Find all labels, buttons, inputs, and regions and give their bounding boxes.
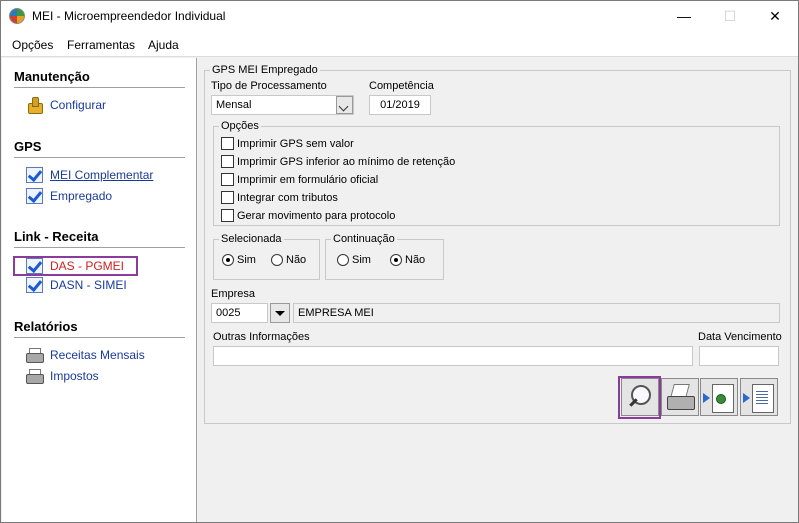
window-title: MEI - Microempreendedor Individual (32, 9, 226, 23)
checkbox[interactable] (221, 191, 234, 204)
checkmark-icon (26, 277, 43, 293)
section-divider (14, 87, 185, 88)
close-button[interactable]: ✕ (752, 1, 798, 31)
option-label: Gerar movimento para protocolo (237, 209, 396, 222)
continuacao-sim-radio[interactable]: Sim (337, 254, 371, 266)
sidebar-item-label: DAS - PGMEI (50, 259, 125, 273)
section-title-relatorios: Relatórios (14, 319, 78, 334)
empresa-name-field: EMPRESA MEI (293, 303, 780, 323)
group-title: GPS MEI Empregado (210, 64, 320, 76)
checkbox[interactable] (221, 209, 234, 222)
tipo-processamento-value: Mensal (216, 99, 252, 111)
continuacao-nao-radio[interactable]: Não (390, 254, 425, 266)
competencia-label: Competência (369, 80, 434, 92)
section-divider (14, 157, 185, 158)
option-gerar-movimento[interactable]: Gerar movimento para protocolo (221, 208, 395, 223)
printer-icon (26, 368, 44, 384)
option-label: Imprimir GPS sem valor (237, 137, 354, 150)
outras-informacoes-input[interactable] (213, 346, 693, 366)
maximize-button[interactable]: ☐ (707, 1, 753, 31)
empresa-code-value: 0025 (216, 307, 241, 319)
option-imprimir-inferior-minimo[interactable]: Imprimir GPS inferior ao mínimo de reten… (221, 154, 455, 169)
sidebar-item-das-pgmei[interactable]: DAS - PGMEI (26, 257, 124, 275)
option-label: Imprimir em formulário oficial (237, 173, 379, 186)
export-document-button[interactable] (740, 378, 778, 416)
menu-bar: Opções Ferramentas Ajuda (1, 31, 798, 57)
section-title-link-receita: Link - Receita (14, 229, 99, 244)
main-window: MEI - Microempreendedor Individual — ☐ ✕… (0, 0, 799, 523)
selecionada-sim-radio[interactable]: Sim (222, 254, 256, 266)
radio-button[interactable] (222, 254, 234, 266)
option-imprimir-sem-valor[interactable]: Imprimir GPS sem valor (221, 136, 354, 151)
checkbox[interactable] (221, 155, 234, 168)
tipo-processamento-select[interactable]: Mensal (211, 95, 354, 115)
sidebar-item-label: Configurar (50, 98, 107, 112)
app-logo-icon (9, 8, 25, 24)
title-bar: MEI - Microempreendedor Individual — ☐ ✕ (1, 1, 798, 31)
empresa-label: Empresa (211, 288, 256, 300)
checkbox[interactable] (221, 173, 234, 186)
checkbox[interactable] (221, 137, 234, 150)
document-icon (756, 389, 768, 405)
sidebar-item-receitas-mensais[interactable]: Receitas Mensais (26, 346, 145, 364)
data-vencimento-input[interactable] (699, 346, 779, 366)
section-title-manutencao: Manutenção (14, 69, 90, 84)
printer-icon (26, 347, 44, 363)
sidebar-item-empregado[interactable]: Empregado (26, 187, 112, 205)
data-vencimento-label: Data Vencimento (698, 331, 782, 343)
export-web-button[interactable] (700, 378, 738, 416)
sidebar-item-configurar[interactable]: Configurar (26, 96, 106, 114)
sidebar-item-mei-complementar[interactable]: MEI Complementar (26, 166, 153, 184)
option-formulario-oficial[interactable]: Imprimir em formulário oficial (221, 172, 378, 187)
section-title-gps: GPS (14, 139, 42, 154)
checkmark-icon (26, 167, 43, 183)
selecionada-nao-radio[interactable]: Não (271, 254, 306, 266)
menu-ferramentas[interactable]: Ferramentas (67, 38, 135, 52)
gear-icon (26, 97, 43, 114)
outras-informacoes-label: Outras Informações (213, 331, 310, 343)
checkmark-icon (26, 258, 43, 274)
radio-button[interactable] (271, 254, 283, 266)
section-divider (14, 247, 185, 248)
sidebar-item-label: Receitas Mensais (50, 348, 145, 362)
print-button[interactable] (661, 378, 699, 416)
menu-ajuda[interactable]: Ajuda (148, 38, 179, 52)
sidebar-item-label: MEI Complementar (50, 168, 154, 182)
menu-opcoes[interactable]: Opções (12, 38, 53, 52)
sidebar-item-label: DASN - SIMEI (50, 278, 127, 292)
radio-label: Sim (352, 254, 371, 266)
highlight-annotation (618, 376, 661, 419)
sidebar: Manutenção Configurar GPS MEI Complement… (2, 58, 197, 522)
section-divider (14, 337, 185, 338)
tipo-processamento-label: Tipo de Processamento (211, 80, 327, 92)
option-label: Integrar com tributos (237, 191, 338, 204)
radio-label: Sim (237, 254, 256, 266)
checkmark-icon (26, 188, 43, 204)
minimize-button[interactable]: — (661, 1, 707, 31)
competencia-input[interactable]: 01/2019 (369, 95, 431, 115)
radio-label: Não (286, 254, 307, 266)
chevron-down-icon[interactable] (270, 303, 290, 323)
radio-button[interactable] (390, 254, 402, 266)
option-label: Imprimir GPS inferior ao mínimo de reten… (237, 155, 456, 168)
selecionada-title: Selecionada (219, 233, 284, 245)
sidebar-item-label: Empregado (50, 189, 113, 203)
empresa-code-input[interactable]: 0025 (211, 303, 268, 323)
radio-button[interactable] (337, 254, 349, 266)
sidebar-item-dasn-simei[interactable]: DASN - SIMEI (26, 276, 127, 294)
competencia-value: 01/2019 (380, 99, 420, 111)
sidebar-item-impostos[interactable]: Impostos (26, 367, 99, 385)
chevron-down-icon[interactable] (336, 96, 353, 114)
opcoes-title: Opções (219, 120, 261, 132)
radio-label: Não (405, 254, 426, 266)
option-integrar-tributos[interactable]: Integrar com tributos (221, 190, 338, 205)
globe-icon (716, 394, 726, 404)
empresa-name-value: EMPRESA MEI (298, 307, 374, 319)
sidebar-item-label: Impostos (50, 369, 99, 383)
continuacao-title: Continuação (331, 233, 397, 245)
